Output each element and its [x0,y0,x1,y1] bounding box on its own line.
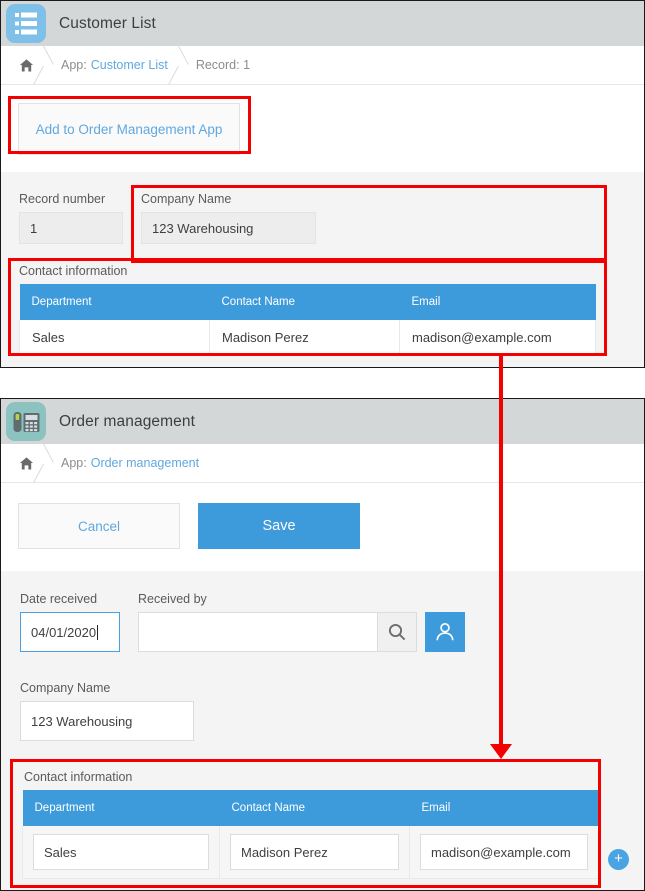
column-header-department: Department [23,790,220,826]
column-header-email: Email [400,284,596,320]
column-header-contact-name: Contact Name [210,284,400,320]
cell-email: madison@example.com [410,826,599,879]
breadcrumb-record-label: Record: 1 [196,58,250,72]
record-number-value: 1 [19,212,123,244]
company-name-text: 123 Warehousing [152,221,253,236]
order-app-bar: Order management [1,399,644,444]
table-row: Sales Madison Perez madison@example. [23,826,599,879]
cell-department: Sales [20,320,210,356]
received-by-label: Received by [138,592,207,606]
order-breadcrumb: App: Order management [1,444,644,483]
order-form-area: Date received 04/01/2020 Received by [1,571,644,890]
cell-contact-name: Madison Perez [220,826,410,879]
add-row-button[interactable]: + [608,849,629,870]
save-button-label: Save [262,518,295,534]
user-picker-button[interactable] [425,612,465,652]
add-to-order-management-app-label: Add to Order Management App [36,122,223,137]
breadcrumb-separator-2 [174,46,190,85]
order-company-name-value: 123 Warehousing [31,714,132,729]
contact-information-table: Department Contact Name Email Sales Madi… [19,284,596,356]
cancel-button-label: Cancel [78,519,120,534]
contact-name-input-value: Madison Perez [241,845,328,860]
customer-list-window: Customer List App: Customer List Record:… [0,0,645,368]
search-icon[interactable] [378,612,417,652]
breadcrumb-app-link[interactable]: Order management [91,456,199,470]
company-name-value: 123 Warehousing [141,212,316,244]
record-number-text: 1 [30,221,37,236]
breadcrumb-app-prefix: App: [61,456,87,470]
contact-name-input[interactable]: Madison Perez [230,834,399,870]
cell-department: Sales [23,826,220,879]
date-received-value: 04/01/2020 [31,625,96,640]
customer-breadcrumb: App: Customer List Record: 1 [1,46,644,85]
breadcrumb-app: App: Order management [61,444,205,483]
company-name-label: Company Name [141,192,231,206]
save-button[interactable]: Save [198,503,360,549]
add-to-order-management-app-button[interactable]: Add to Order Management App [18,103,240,155]
date-received-input[interactable]: 04/01/2020 [20,612,120,652]
email-input-value: madison@example.com [431,845,571,860]
order-toolbar: Cancel Save [1,483,644,571]
text-cursor [97,625,98,640]
customer-app-title: Customer List [59,15,156,33]
date-received-label: Date received [20,592,97,606]
customer-app-bar: Customer List [1,1,644,46]
order-contact-information-table: Department Contact Name Email Sales [22,790,599,879]
annotation-arrow-line [499,356,503,750]
add-row-button-label: + [614,850,623,867]
list-app-icon [1,1,47,46]
column-header-department: Department [20,284,210,320]
email-input[interactable]: madison@example.com [420,834,588,870]
cell-email[interactable]: madison@example.com [400,320,596,356]
table-row: Sales Madison Perez madison@example.com [20,320,596,356]
table-header-row: Department Contact Name Email [23,790,599,826]
cell-contact-name: Madison Perez [210,320,400,356]
order-company-name-label: Company Name [20,681,110,695]
record-number-label: Record number [19,192,105,206]
breadcrumb-record: Record: 1 [196,46,256,85]
department-input[interactable]: Sales [33,834,209,870]
order-management-window: Order management App: Order management C… [0,398,645,891]
annotation-arrow-head [490,744,512,759]
column-header-contact-name: Contact Name [220,790,410,826]
breadcrumb-separator-1 [39,46,55,85]
phone-fax-app-icon [1,399,47,444]
department-input-value: Sales [44,845,77,860]
order-company-name-input[interactable]: 123 Warehousing [20,701,194,741]
screenshot-root: Customer List App: Customer List Record:… [0,0,645,891]
order-contact-information-label: Contact information [24,770,132,784]
breadcrumb-app-link[interactable]: Customer List [91,58,168,72]
table-header-row: Department Contact Name Email [20,284,596,320]
received-by-input[interactable] [138,612,378,652]
breadcrumb-separator-1 [39,444,55,483]
home-icon[interactable] [15,456,37,471]
breadcrumb-app-prefix: App: [61,58,87,72]
home-icon[interactable] [15,58,37,73]
cancel-button[interactable]: Cancel [18,503,180,549]
contact-information-label: Contact information [19,264,127,278]
column-header-email: Email [410,790,599,826]
customer-record-form: Record number 1 Company Name 123 Warehou… [1,172,644,368]
breadcrumb-app: App: Customer List [61,46,174,85]
order-app-title: Order management [59,413,195,431]
customer-action-area: Add to Order Management App [1,85,644,172]
